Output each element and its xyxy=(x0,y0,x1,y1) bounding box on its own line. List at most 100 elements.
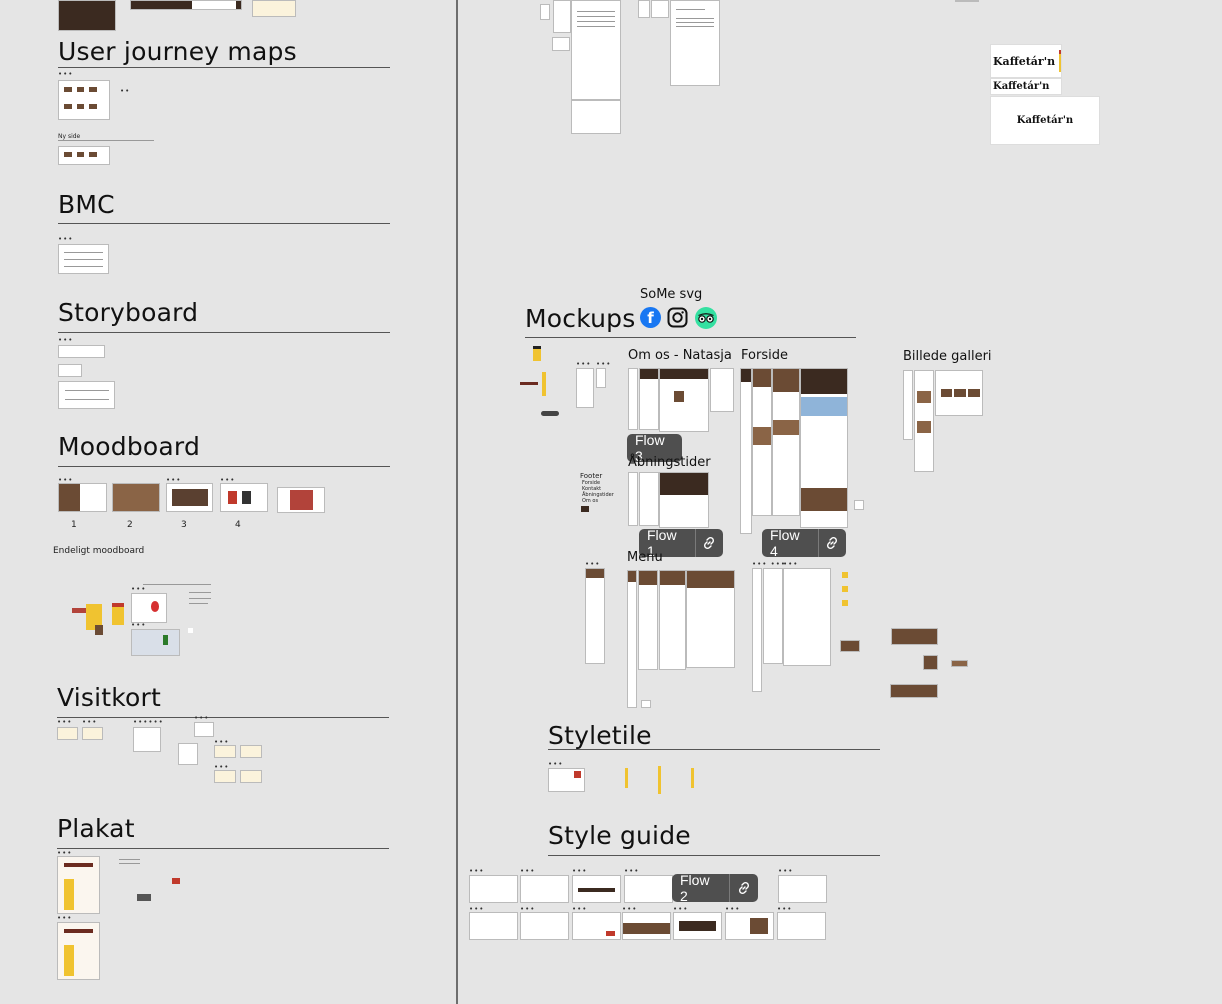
visitkort-thumb-8[interactable] xyxy=(214,770,236,783)
wireframe-thumb-5[interactable] xyxy=(571,100,621,134)
journey-map-thumb-2[interactable] xyxy=(58,146,110,165)
mockup-om-os-4[interactable] xyxy=(710,368,734,412)
dots-menu[interactable]: ••• xyxy=(58,337,73,344)
mockup-menu-mini[interactable] xyxy=(641,700,651,708)
mockup-gallery-3[interactable] xyxy=(935,370,983,416)
styleguide-thumb-1[interactable] xyxy=(469,875,518,903)
dots-menu[interactable]: ••• xyxy=(58,71,73,78)
wireframe-thumb-1[interactable] xyxy=(540,4,550,20)
mockup-menu-2[interactable] xyxy=(627,570,637,708)
wireframe-thumb-7[interactable] xyxy=(651,0,669,18)
mockup-om-os-3[interactable] xyxy=(659,368,709,432)
mockup-gallery-1[interactable] xyxy=(903,370,913,440)
mockup-abning-1[interactable] xyxy=(628,472,638,526)
mockup-menu-4[interactable] xyxy=(659,570,686,670)
styleguide-thumb-2[interactable] xyxy=(520,875,569,903)
mockup-menu-photo[interactable] xyxy=(840,640,860,652)
moodboard-thumb-1[interactable] xyxy=(58,483,107,512)
mockup-menu-5[interactable] xyxy=(686,570,735,668)
storyboard-thumb-1[interactable] xyxy=(58,345,105,358)
mockup-abning-3[interactable] xyxy=(659,472,709,528)
wireframe-thumb-2[interactable] xyxy=(553,0,571,33)
visitkort-thumb-6[interactable] xyxy=(214,745,236,758)
flow-2-badge[interactable]: Flow 2 xyxy=(672,872,758,904)
mockup-forside-3[interactable] xyxy=(772,368,800,516)
link-icon[interactable] xyxy=(728,874,758,902)
dots-menu[interactable]: ••• xyxy=(57,915,72,922)
dots-menu[interactable]: ••• xyxy=(596,361,611,368)
plakat-thumb-1[interactable] xyxy=(57,856,100,914)
dots-menu[interactable]: ••• xyxy=(82,719,97,726)
dots-menu[interactable]: ••• xyxy=(58,236,73,243)
top-thumb-1[interactable] xyxy=(58,0,116,31)
bmc-thumb[interactable] xyxy=(58,244,109,274)
mockup-menu-1[interactable] xyxy=(585,568,605,664)
link-icon[interactable] xyxy=(694,529,723,557)
mockup-om-os-2[interactable] xyxy=(639,368,659,430)
styleguide-thumb-7[interactable] xyxy=(520,912,569,940)
storyboard-thumb-3[interactable] xyxy=(58,381,115,409)
styleguide-thumb-6[interactable] xyxy=(469,912,518,940)
dots-menu[interactable]: ••• xyxy=(194,715,209,722)
visitkort-thumb-5[interactable] xyxy=(178,743,198,765)
mockup-menu-3[interactable] xyxy=(638,570,658,670)
mockup-thumb-small-2[interactable] xyxy=(596,368,606,388)
visitkort-thumb-3[interactable] xyxy=(133,727,161,752)
styleguide-thumb-12[interactable] xyxy=(777,912,826,940)
wireframe-thumb-6[interactable] xyxy=(638,0,650,18)
logo-white[interactable]: Kaffetár'n xyxy=(990,96,1100,145)
moodboard-final-thumb-2[interactable] xyxy=(131,629,180,656)
dots-menu[interactable]: ••• xyxy=(585,561,600,568)
moodboard-thumb-4[interactable] xyxy=(220,483,268,512)
tripadvisor-icon[interactable] xyxy=(695,307,717,329)
link-icon[interactable] xyxy=(817,529,846,557)
facebook-icon[interactable]: f xyxy=(640,307,661,328)
dots-menu[interactable]: ••• xyxy=(131,622,146,629)
top-thumb-3[interactable] xyxy=(252,0,296,17)
flow-4-badge[interactable]: Flow 4 xyxy=(762,527,846,559)
mockup-menu-6[interactable] xyxy=(752,568,762,692)
visitkort-thumb-2[interactable] xyxy=(82,727,103,740)
photo-thumb-3[interactable] xyxy=(951,660,968,667)
dots-menu[interactable]: ••• ••• xyxy=(752,561,786,568)
dots-menu[interactable]: ••• xyxy=(624,868,639,875)
photo-thumb-2[interactable] xyxy=(923,655,938,670)
logo-large[interactable]: Kaffetár'n xyxy=(990,44,1062,78)
photo-thumb-1[interactable] xyxy=(891,628,938,645)
storyboard-thumb-2[interactable] xyxy=(58,364,82,377)
wireframe-thumb-4[interactable] xyxy=(571,0,621,100)
styleguide-thumb-10[interactable] xyxy=(673,912,722,940)
mockup-menu-7[interactable] xyxy=(763,568,783,664)
mockup-forside-1[interactable] xyxy=(740,368,752,534)
visitkort-thumb-9[interactable] xyxy=(240,770,262,783)
dots-menu[interactable]: ••• xyxy=(469,868,484,875)
logo-medium[interactable]: Kaffetár'n xyxy=(990,78,1062,95)
styleguide-thumb-5[interactable] xyxy=(778,875,827,903)
visitkort-thumb-1[interactable] xyxy=(57,727,78,740)
styletile-thumb[interactable] xyxy=(548,768,585,792)
moodboard-final-thumb-1[interactable] xyxy=(131,593,167,623)
dots-menu[interactable]: ••• xyxy=(576,361,591,368)
styleguide-thumb-3[interactable] xyxy=(572,875,621,903)
mockup-forside-2[interactable] xyxy=(752,368,772,516)
dots-menu[interactable]: ••• xyxy=(783,561,798,568)
dots-menu[interactable]: ••• xyxy=(520,868,535,875)
moodboard-thumb-5[interactable] xyxy=(277,487,325,513)
instagram-icon[interactable] xyxy=(667,307,688,328)
mockup-forside-4[interactable] xyxy=(800,368,848,528)
dots-menu[interactable]: ••• xyxy=(131,586,146,593)
wireframe-thumb-9[interactable] xyxy=(955,0,979,2)
dots-menu[interactable]: ••• xyxy=(548,761,563,768)
visitkort-thumb-4[interactable] xyxy=(194,722,214,737)
mockup-menu-8[interactable] xyxy=(783,568,831,666)
mockup-om-os-1[interactable] xyxy=(628,368,638,430)
visitkort-thumb-7[interactable] xyxy=(240,745,262,758)
styleguide-thumb-4[interactable] xyxy=(624,875,673,903)
moodboard-thumb-2[interactable] xyxy=(112,483,160,512)
wireframe-thumb-8[interactable] xyxy=(670,0,720,86)
journey-map-thumb-1[interactable] xyxy=(58,80,110,120)
dots-menu[interactable]: ••• xyxy=(778,868,793,875)
mockup-abning-2[interactable] xyxy=(639,472,659,526)
mockup-thumb-small-1[interactable] xyxy=(576,368,594,408)
dots-menu[interactable]: ••• xyxy=(572,868,587,875)
